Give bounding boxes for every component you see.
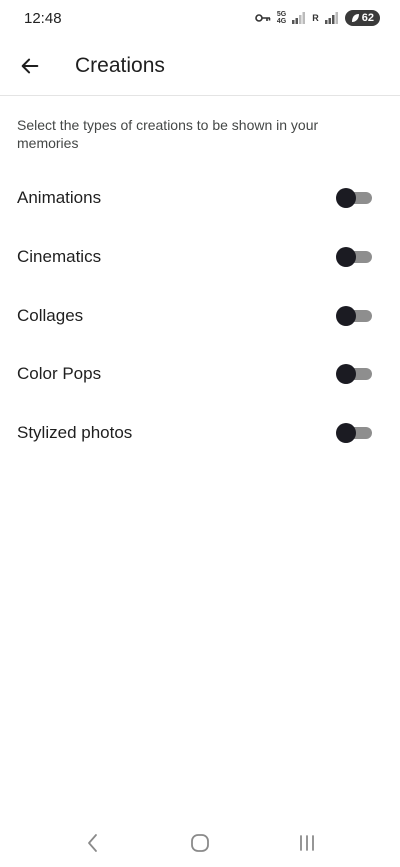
back-button[interactable] [8, 44, 52, 88]
switch-thumb [336, 247, 356, 268]
nav-recents-button[interactable] [287, 823, 327, 863]
collages-toggle[interactable] [336, 305, 372, 327]
color-pops-toggle[interactable] [336, 363, 372, 385]
setting-stylized-photos[interactable]: Stylized photos [0, 404, 400, 463]
setting-collages[interactable]: Collages [0, 286, 400, 345]
switch-thumb [336, 305, 356, 326]
roaming-label: R [312, 12, 319, 23]
network-top-label: 5G [276, 11, 287, 18]
setting-label: Animations [17, 188, 102, 208]
stylized-photos-toggle[interactable] [336, 422, 372, 444]
system-navigation-bar [0, 818, 400, 867]
settings-description: Select the types of creations to be show… [17, 117, 319, 151]
status-time: 12:48 [24, 9, 62, 27]
setting-color-pops[interactable]: Color Pops [0, 345, 400, 404]
animations-toggle[interactable] [336, 187, 372, 209]
battery-saver-icon [351, 14, 359, 22]
key-icon [255, 12, 271, 24]
switch-thumb [336, 423, 356, 444]
recents-nav-icon [299, 834, 314, 851]
setting-label: Cinematics [17, 247, 102, 267]
screen: 12:48 5G 4G R 62 Creations Select the ty… [0, 0, 400, 867]
nav-home-button[interactable] [180, 823, 220, 863]
signal-icon-2 [324, 12, 339, 24]
setting-cinematics[interactable]: Cinematics [0, 228, 400, 287]
setting-label: Stylized photos [17, 423, 133, 443]
battery-indicator: 62 [344, 10, 380, 26]
battery-level: 62 [361, 12, 374, 24]
setting-label: Color Pops [17, 364, 102, 384]
creations-settings-list: Animations Cinematics Collages Color Pop… [0, 169, 400, 462]
home-nav-icon [191, 833, 209, 852]
cinematics-toggle[interactable] [336, 246, 372, 268]
network-type: 5G 4G [277, 11, 286, 25]
status-bar: 12:48 5G 4G R 62 [0, 0, 400, 36]
status-icons: 5G 4G R 62 [255, 10, 380, 26]
setting-label: Collages [17, 305, 84, 325]
nav-back-button[interactable] [73, 823, 113, 863]
switch-thumb [336, 364, 356, 385]
back-nav-icon [88, 833, 98, 852]
top-app-bar: Creations [0, 36, 400, 96]
page-title: Creations [75, 53, 165, 77]
setting-animations[interactable]: Animations [0, 169, 400, 228]
signal-icon [292, 12, 306, 24]
arrow-left-icon [21, 58, 39, 73]
network-bottom-label: 4G [276, 18, 287, 25]
switch-thumb [336, 188, 356, 209]
